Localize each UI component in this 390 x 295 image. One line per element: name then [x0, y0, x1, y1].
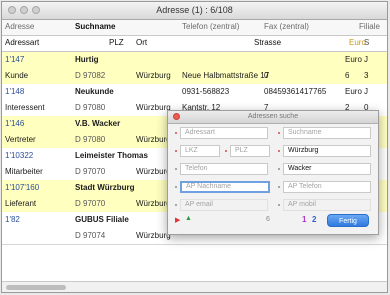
table-cell-b: D 97080	[75, 103, 106, 112]
col-plz[interactable]: PLZ	[109, 38, 124, 47]
window-controls	[8, 6, 40, 14]
col-ort[interactable]: Ort	[136, 38, 147, 47]
table-row[interactable]: Kunde D 97082 Würzburg Neue Halbmattstraße …	[2, 68, 387, 85]
table-cell-c: Würzburg	[136, 199, 171, 208]
col-adressart[interactable]: Adressart	[5, 38, 39, 47]
dialog-title-bar: Adressen suche	[168, 111, 378, 124]
dialog-close-icon[interactable]	[173, 113, 180, 120]
table-cell-a: Interessent	[5, 103, 45, 112]
table-cell-b: Hurtig	[75, 55, 99, 64]
table-cell-g: J	[364, 55, 368, 64]
table-cell-c: Würzburg	[136, 135, 171, 144]
suchname-field[interactable]: Suchname	[283, 127, 371, 139]
table-cell-a: Vertreter	[5, 135, 36, 144]
ap-nachname-field[interactable]: AP Nachname	[180, 181, 270, 193]
table-cell-a: 1'82	[5, 215, 20, 224]
table-cell-a: 1'146	[5, 119, 25, 128]
telefon-field[interactable]: Telefon	[180, 163, 268, 175]
search-dialog: Adressen suche Adressart Suchname LKZ PL…	[167, 110, 379, 235]
result-count: 6	[266, 216, 270, 223]
table-cell-g: J	[364, 87, 368, 96]
table-cell-a: Mitarbeiter	[5, 167, 43, 176]
col-s[interactable]: S	[364, 38, 369, 47]
optional-dot-icon	[278, 168, 280, 170]
minimize-window-button[interactable]	[20, 6, 28, 14]
table-cell-a: 1'148	[5, 87, 25, 96]
col-telefon[interactable]: Telefon (zentral)	[182, 22, 239, 31]
table-cell-c: Würzburg	[136, 167, 171, 176]
required-dot-icon	[278, 132, 280, 134]
table-cell-f: Euro	[345, 87, 362, 96]
table-cell-e: 08459361417765	[264, 87, 327, 96]
col-strasse[interactable]: Strasse	[254, 38, 281, 47]
ap-telefon-field[interactable]: AP Telefon	[283, 181, 371, 193]
table-cell-b: GUBUS Filiale	[75, 215, 129, 224]
horizontal-scrollbar[interactable]	[2, 281, 387, 292]
table-cell-b: D 97080	[75, 135, 106, 144]
col-suchname[interactable]: Suchname	[75, 22, 115, 31]
table-cell-b: Neukunde	[75, 87, 114, 96]
table-cell-b: D 97070	[75, 167, 106, 176]
close-window-button[interactable]	[8, 6, 16, 14]
table-cell-b: Stadt Würzburg	[75, 183, 135, 192]
table-cell-c: Würzburg	[136, 103, 171, 112]
col-adresse[interactable]: Adresse	[5, 22, 34, 31]
col-fax[interactable]: Fax (zentral)	[264, 22, 309, 31]
table-cell-f: 6	[345, 71, 350, 80]
title-bar: Adresse (1) : 6/108	[2, 2, 387, 20]
table-row[interactable]: 1'147 Hurtig Euro J	[2, 52, 387, 68]
ort-field[interactable]: Würzburg	[283, 145, 371, 157]
table-cell-b: V.B. Wacker	[75, 119, 121, 128]
optional-dot-icon	[175, 204, 177, 206]
col-filiale[interactable]: Filiale	[359, 22, 380, 31]
page-1-button[interactable]: 1	[302, 215, 306, 224]
table-cell-a: Lieferant	[5, 199, 37, 208]
table-cell-g: 3	[364, 71, 369, 80]
plz-field[interactable]: PLZ	[230, 145, 270, 157]
window-title: Adresse (1) : 6/108	[156, 5, 233, 15]
table-cell-a: 1'147	[5, 55, 25, 64]
required-dot-icon	[225, 150, 227, 152]
table-cell-b: Leimeister Thomas	[75, 151, 148, 160]
ap-mobil-field[interactable]: AP mobil	[283, 199, 371, 211]
optional-dot-icon	[175, 186, 177, 188]
table-cell-a: Kunde	[5, 71, 29, 80]
table-cell-c: Würzburg	[136, 231, 171, 240]
required-dot-icon	[175, 132, 177, 134]
prev-arrow-icon[interactable]: ▶	[175, 216, 180, 224]
add-record-icon[interactable]: ▲	[185, 215, 192, 222]
page-2-button[interactable]: 2	[312, 215, 316, 224]
table-cell-b: D 97074	[75, 231, 106, 240]
table-cell-d: Neue Halbmattstraße 17	[182, 71, 270, 80]
table-cell-f: Euro	[345, 55, 362, 64]
optional-dot-icon	[278, 186, 280, 188]
dialog-title: Adressen suche	[247, 113, 299, 120]
strasse-field[interactable]: Wacker	[283, 163, 371, 175]
table-cell-b: D 97082	[75, 71, 106, 80]
table-cell-a: 1'10322	[5, 151, 34, 160]
required-dot-icon	[278, 150, 280, 152]
zoom-window-button[interactable]	[32, 6, 40, 14]
table-row[interactable]: 1'148 Neukunde 0931-568823 08459361417765 Eu…	[2, 84, 387, 100]
table-cell-c: Würzburg	[136, 71, 171, 80]
table-cell-b: D 97070	[75, 199, 106, 208]
adressart-field[interactable]: Adressart	[180, 127, 268, 139]
fertig-button[interactable]: Fertig	[327, 214, 369, 227]
column-header-row-1: Adresse Suchname Telefon (zentral) Fax (…	[2, 20, 387, 36]
column-header-row-2: Adressart PLZ Ort Strasse Euro S	[2, 36, 387, 52]
table-cell-a: 1'107'160	[5, 183, 40, 192]
table-cell-e: 0	[264, 71, 269, 80]
table-cell-d: 0931-568823	[182, 87, 230, 96]
scrollbar-thumb[interactable]	[6, 285, 66, 290]
required-dot-icon	[175, 150, 177, 152]
lkz-field[interactable]: LKZ	[180, 145, 220, 157]
optional-dot-icon	[278, 204, 280, 206]
ap-email-field[interactable]: AP email	[180, 199, 268, 211]
optional-dot-icon	[175, 168, 177, 170]
